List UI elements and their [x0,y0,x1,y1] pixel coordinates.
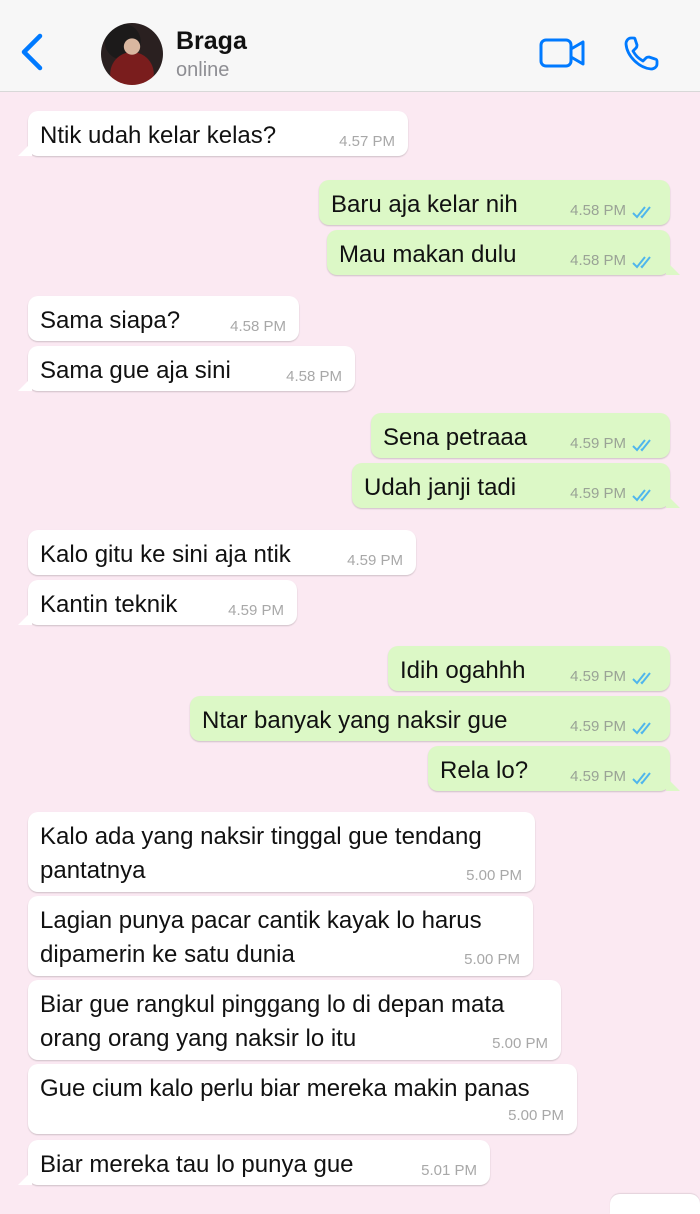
message-bubble-incoming[interactable]: Biar mereka tau lo punya gue 5.01 PM [18,1140,490,1185]
message-time: 4.59 PM [228,602,284,619]
message-bubble-incoming[interactable]: Ntik udah kelar kelas? 4.57 PM [18,111,408,156]
read-ticks-icon [632,256,651,269]
message-text: Baru aja kelar nih [331,191,518,218]
message-text: Kalo gitu ke sini aja ntik [40,541,291,568]
read-ticks-icon [632,722,651,735]
message-time: 4.59 PM [347,552,403,569]
message-time: 4.59 PM [570,485,626,502]
contact-avatar[interactable] [101,23,163,85]
message-text: Biar mereka tau lo punya gue [40,1151,354,1178]
message-bubble-incoming[interactable]: Gue cium kalo perlu biar mereka makin pa… [28,1064,577,1134]
message-time: 4.59 PM [570,768,626,785]
message-time: 4.57 PM [339,133,395,150]
chat-header: Braga online [0,0,700,92]
message-text: Kalo ada yang naksir tinggal gue tendang… [40,823,482,884]
message-bubble-outgoing[interactable]: Baru aja kelar nih 4.58 PM [319,180,670,225]
read-ticks-icon [632,672,651,685]
message-text: Udah janji tadi [364,474,517,501]
message-bubble-incoming[interactable]: Lagian punya pacar cantik kayak lo harus… [28,896,533,976]
message-text: Sama gue aja sini [40,357,231,384]
message-bubble-outgoing[interactable]: Udah janji tadi 4.59 PM [352,463,680,508]
message-text: Mau makan dulu [339,241,517,268]
message-text: Ntik udah kelar kelas? [40,122,277,149]
message-text: Idih ogahhh [400,657,526,684]
message-bubble-outgoing[interactable]: Sena petraaa 4.59 PM [371,413,670,458]
contact-name[interactable]: Braga [176,27,247,56]
message-bubble-incoming[interactable]: Sama gue aja sini 4.58 PM [18,346,355,391]
message-time: 5.00 PM [466,867,522,884]
message-text: Sena petraaa [383,424,528,451]
read-ticks-icon [632,772,651,785]
message-text: Ntar banyak yang naksir gue [202,707,508,734]
message-time: 4.59 PM [570,668,626,685]
message-time: 5.00 PM [464,951,520,968]
message-time: 4.58 PM [230,318,286,335]
message-bubble-outgoing[interactable]: Ntar banyak yang naksir gue 4.59 PM [190,696,670,741]
message-text: Gue cium kalo perlu biar mereka makin pa… [40,1075,530,1102]
message-text: Lagian punya pacar cantik kayak lo harus… [40,907,482,968]
message-text: Rela lo? [440,757,529,784]
message-text: Kantin teknik [40,591,178,618]
message-bubble-incoming[interactable]: Kantin teknik 4.59 PM [18,580,297,625]
phone-call-icon[interactable] [622,35,662,73]
message-text: Sama siapa? [40,307,181,334]
read-ticks-icon [632,439,651,452]
message-time: 4.59 PM [570,435,626,452]
message-text: Biar gue rangkul pinggang lo di depan ma… [40,991,505,1052]
back-chevron-icon[interactable] [14,30,50,74]
message-time: 5.00 PM [508,1107,564,1124]
message-time: 4.59 PM [570,718,626,735]
read-ticks-icon [632,489,651,502]
next-message-bubble-partial [610,1194,700,1214]
message-bubble-incoming[interactable]: Kalo ada yang naksir tinggal gue tendang… [28,812,535,892]
message-time: 4.58 PM [570,202,626,219]
read-ticks-icon [632,206,651,219]
contact-status: online [176,59,230,81]
message-time: 4.58 PM [286,368,342,385]
message-bubble-incoming[interactable]: Sama siapa? 4.58 PM [28,296,299,341]
message-bubble-incoming[interactable]: Biar gue rangkul pinggang lo di depan ma… [28,980,561,1060]
message-time: 5.01 PM [421,1162,477,1179]
message-bubble-outgoing[interactable]: Mau makan dulu 4.58 PM [327,230,680,275]
video-call-icon[interactable] [538,36,586,70]
message-bubble-outgoing[interactable]: Idih ogahhh 4.59 PM [388,646,670,691]
message-time: 4.58 PM [570,252,626,269]
message-time: 5.00 PM [492,1035,548,1052]
message-bubble-incoming[interactable]: Kalo gitu ke sini aja ntik 4.59 PM [28,530,416,575]
message-bubble-outgoing[interactable]: Rela lo? 4.59 PM [428,746,680,791]
